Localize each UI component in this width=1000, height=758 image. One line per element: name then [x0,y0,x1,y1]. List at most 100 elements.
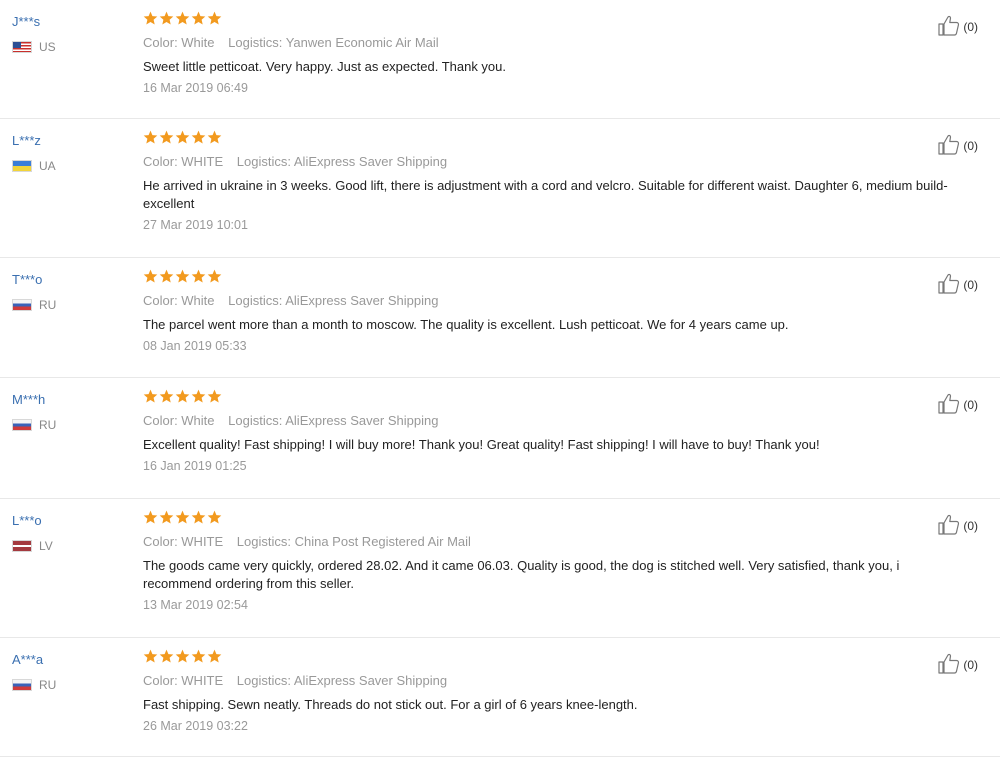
flag-ru-icon [12,419,32,431]
flag-lv-icon [12,540,32,552]
review-body: Color: White Logistics: AliExpress Saver… [143,269,965,354]
star-icon [207,130,222,149]
review-meta: Color: White Logistics: AliExpress Saver… [143,293,965,309]
star-icon [207,389,222,408]
review-item: L***o LV Color: WHITE Logistics: China P… [0,499,1000,638]
country: LV [12,539,132,553]
star-icon [159,130,174,149]
helpful-button[interactable]: (0) [937,133,978,158]
review-meta: Color: WHITE Logistics: AliExpress Saver… [143,673,965,689]
country-code: LV [39,539,53,553]
star-icon [159,389,174,408]
thumbs-up-icon [937,133,963,158]
helpful-count: (0) [963,277,978,292]
username[interactable]: L***o [12,513,132,529]
review-item: T***o RU Color: White Logistics: AliExpr… [0,258,1000,378]
helpful-count: (0) [963,19,978,34]
country: RU [12,678,132,692]
star-icon [207,11,222,30]
star-rating [143,269,965,288]
review-user: J***s US [12,14,132,54]
logistics-attribute: Logistics: China Post Registered Air Mai… [236,534,471,549]
country-code: UA [39,159,56,173]
color-attribute: Color: White [143,293,215,308]
review-body: Color: WHITE Logistics: AliExpress Saver… [143,649,965,734]
flag-us-icon [12,41,32,53]
helpful-count: (0) [963,138,978,153]
review-body: Color: White Logistics: Yanwen Economic … [143,11,965,96]
star-icon [207,510,222,529]
username[interactable]: M***h [12,392,132,408]
helpful-button[interactable]: (0) [937,652,978,677]
logistics-attribute: Logistics: AliExpress Saver Shipping [228,413,439,428]
helpful-count: (0) [963,397,978,412]
review-meta: Color: WHITE Logistics: AliExpress Saver… [143,154,965,170]
helpful-button[interactable]: (0) [937,14,978,39]
star-icon [175,389,190,408]
review-body: Color: WHITE Logistics: AliExpress Saver… [143,130,965,233]
review-item: L***z UA Color: WHITE Logistics: AliExpr… [0,119,1000,258]
color-attribute: Color: White [143,35,215,50]
star-icon [191,269,206,288]
flag-ua-icon [12,160,32,172]
star-icon [191,510,206,529]
helpful-count: (0) [963,518,978,533]
review-list: J***s US Color: White Logistics: Yanwen … [0,0,1000,757]
review-user: L***o LV [12,513,132,553]
review-date: 16 Jan 2019 01:25 [143,459,247,473]
username[interactable]: T***o [12,272,132,288]
thumbs-up-icon [937,14,963,39]
country-code: RU [39,418,57,432]
star-icon [159,510,174,529]
color-attribute: Color: WHITE [143,534,224,549]
review-body: Color: White Logistics: AliExpress Saver… [143,389,965,474]
star-icon [143,389,158,408]
country: RU [12,298,132,312]
star-rating [143,130,965,149]
star-icon [175,11,190,30]
review-meta: Color: White Logistics: AliExpress Saver… [143,413,965,429]
thumbs-up-icon [937,272,963,297]
star-icon [143,130,158,149]
helpful-button[interactable]: (0) [937,513,978,538]
helpful-count: (0) [963,657,978,672]
thumbs-up-icon [937,652,963,677]
review-text: The goods came very quickly, ordered 28.… [143,558,900,591]
star-icon [175,130,190,149]
username[interactable]: J***s [12,14,132,30]
review-date: 08 Jan 2019 05:33 [143,339,247,353]
star-icon [143,649,158,668]
review-text: He arrived in ukraine in 3 weeks. Good l… [143,178,948,211]
star-icon [175,510,190,529]
color-attribute: Color: WHITE [143,154,224,169]
review-body: Color: WHITE Logistics: China Post Regis… [143,510,965,613]
color-attribute: Color: WHITE [143,673,224,688]
review-user: M***h RU [12,392,132,432]
star-rating [143,649,965,668]
star-icon [143,269,158,288]
country: RU [12,418,132,432]
logistics-attribute: Logistics: AliExpress Saver Shipping [236,673,448,688]
review-text: Excellent quality! Fast shipping! I will… [143,437,820,452]
review-date: 26 Mar 2019 03:22 [143,719,248,733]
country: UA [12,159,132,173]
helpful-button[interactable]: (0) [937,392,978,417]
star-icon [191,649,206,668]
thumbs-up-icon [937,392,963,417]
flag-ru-icon [12,299,32,311]
username[interactable]: L***z [12,133,132,149]
star-icon [175,649,190,668]
username[interactable]: A***a [12,652,132,668]
star-rating [143,510,965,529]
star-icon [207,649,222,668]
logistics-attribute: Logistics: AliExpress Saver Shipping [228,293,439,308]
star-rating [143,389,965,408]
review-user: T***o RU [12,272,132,312]
country-code: RU [39,678,57,692]
thumbs-up-icon [937,513,963,538]
star-icon [159,11,174,30]
review-date: 16 Mar 2019 06:49 [143,81,248,95]
star-icon [191,130,206,149]
helpful-button[interactable]: (0) [937,272,978,297]
review-item: M***h RU Color: White Logistics: AliExpr… [0,378,1000,499]
